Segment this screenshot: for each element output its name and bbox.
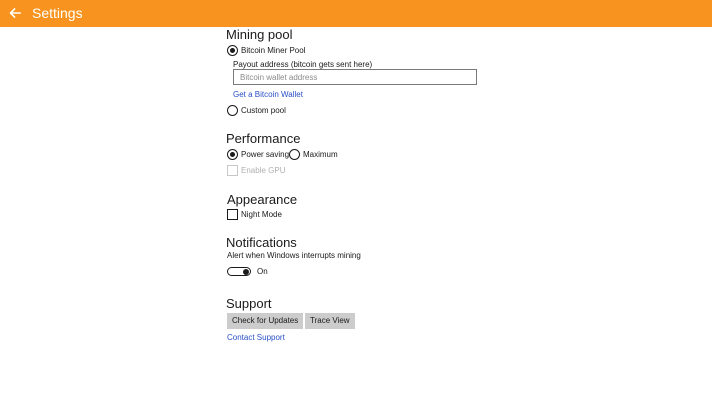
get-bitcoin-wallet-link[interactable]: Get a Bitcoin Wallet [233,90,303,99]
page-title: Settings [32,5,83,21]
night-mode-checkbox[interactable] [227,209,238,220]
toggle-knob [243,268,249,275]
enable-gpu-checkbox[interactable] [227,165,238,176]
maximum-label[interactable]: Maximum [303,150,338,159]
custom-pool-radio[interactable] [227,105,238,116]
title-bar: Settings [0,0,712,27]
bitcoin-miner-pool-label[interactable]: Bitcoin Miner Pool [241,46,305,55]
back-button[interactable] [6,4,24,22]
payout-address-input[interactable] [233,69,477,85]
power-saving-label[interactable]: Power saving [241,150,289,159]
back-arrow-icon [9,8,21,18]
contact-support-link[interactable]: Contact Support [227,333,285,342]
trace-view-button[interactable]: Trace View [305,313,355,329]
custom-pool-label[interactable]: Custom pool [241,106,286,115]
settings-content: Mining pool Bitcoin Miner Pool Payout ad… [0,27,712,400]
bitcoin-miner-pool-radio[interactable] [227,45,238,56]
alert-windows-interrupts-label: Alert when Windows interrupts mining [227,251,361,260]
payout-address-label: Payout address (bitcoin gets sent here) [233,60,373,69]
notifications-heading: Notifications [226,235,297,250]
mining-pool-heading: Mining pool [226,27,293,42]
appearance-heading: Appearance [227,192,298,207]
maximum-radio[interactable] [289,149,300,160]
power-saving-radio[interactable] [227,149,238,160]
support-heading: Support [226,296,272,311]
performance-heading: Performance [226,131,301,146]
toggle-state-label: On [257,267,268,276]
check-for-updates-button[interactable]: Check for Updates [227,313,304,329]
night-mode-label[interactable]: Night Mode [241,210,282,219]
alert-toggle-switch[interactable] [227,267,251,276]
enable-gpu-label: Enable GPU [241,166,286,175]
